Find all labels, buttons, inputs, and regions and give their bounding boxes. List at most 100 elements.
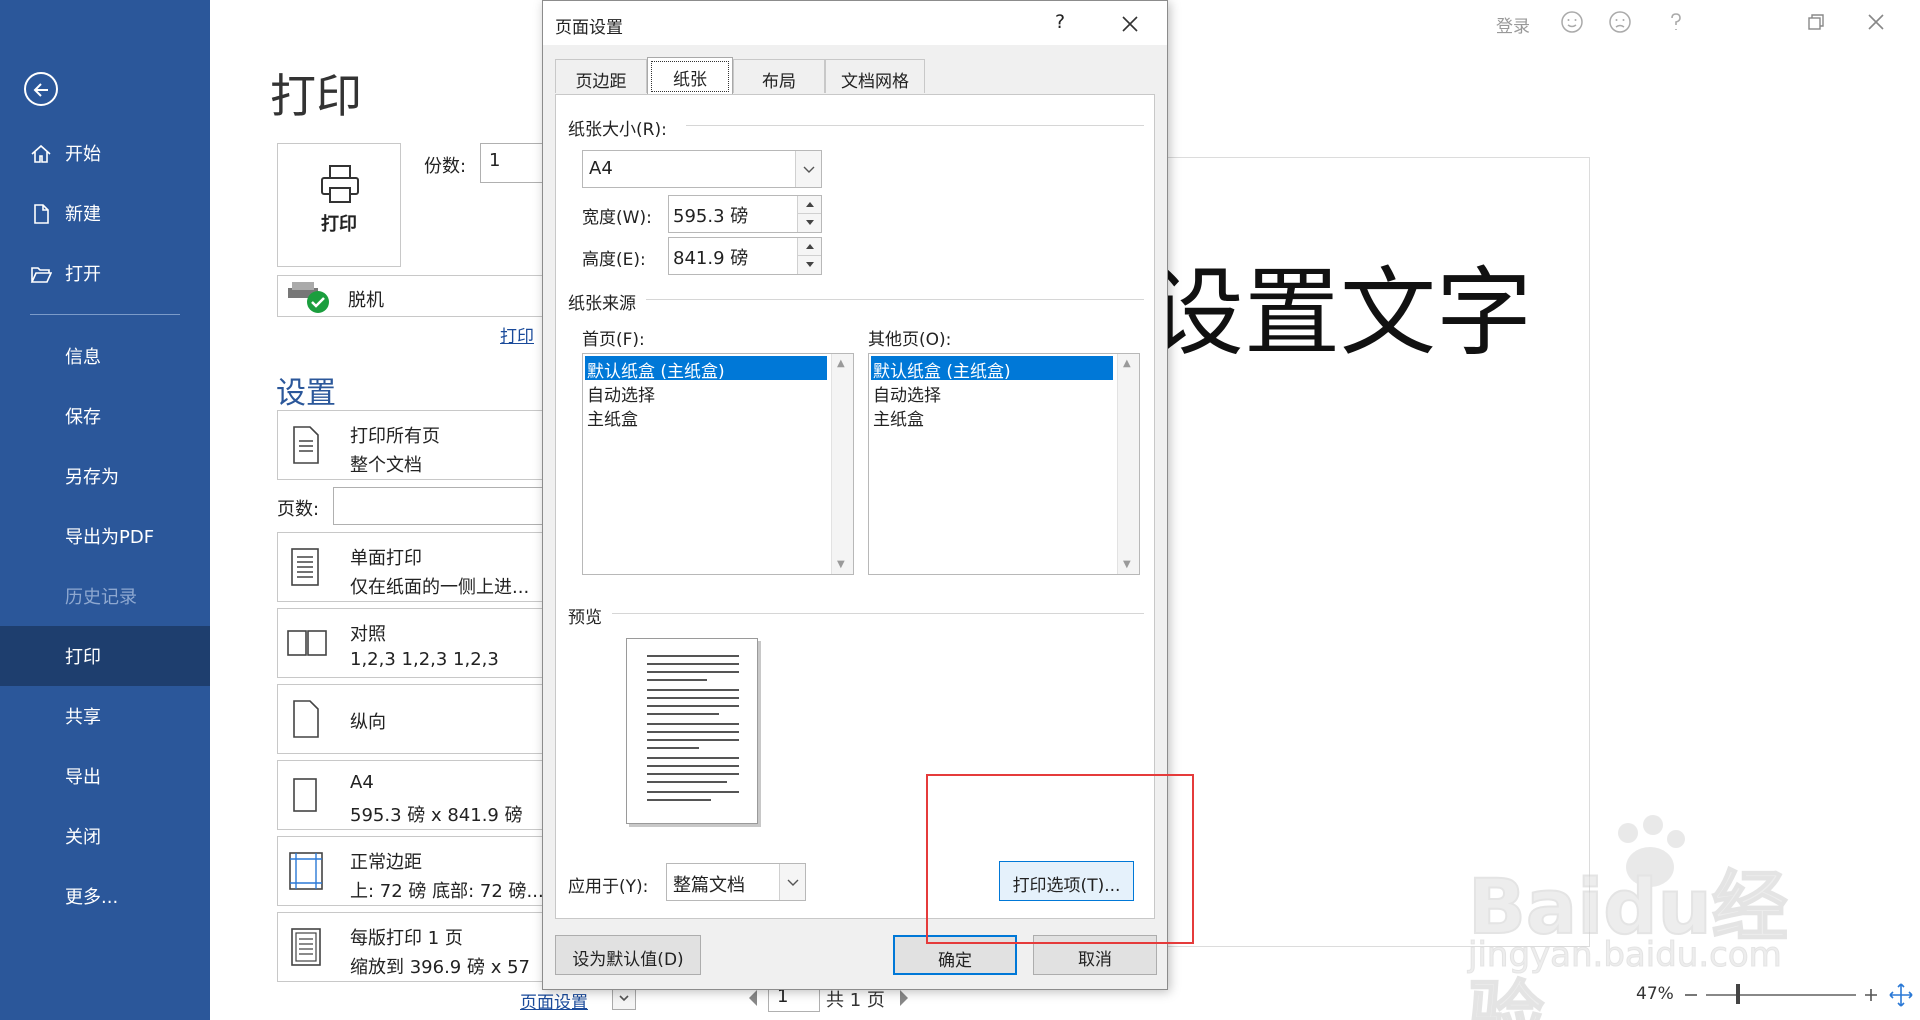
- sidebar-item-label: 共享: [65, 707, 101, 728]
- spin-down-button[interactable]: [797, 214, 821, 232]
- pages-per-sheet-option[interactable]: 每版打印 1 页 缩放到 396.9 磅 x 57: [277, 912, 547, 982]
- sidebar-item-save-as[interactable]: 另存为: [0, 446, 210, 506]
- combo-arrow[interactable]: [795, 151, 821, 187]
- settings-heading: 设置: [276, 376, 336, 411]
- copies-label: 份数:: [424, 156, 467, 177]
- spin-up-button[interactable]: [797, 238, 821, 256]
- scroll-down-icon[interactable]: ▼: [1123, 559, 1131, 570]
- smile-icon[interactable]: [1560, 10, 1584, 34]
- paper-size-option[interactable]: A4 595.3 磅 x 841.9 磅: [277, 760, 547, 830]
- apply-to-combo[interactable]: 整篇文档: [666, 863, 806, 901]
- back-button[interactable]: [24, 72, 58, 106]
- chevron-down-icon: [619, 995, 629, 1002]
- sidebar-item-close[interactable]: 关闭: [0, 806, 210, 866]
- print-button[interactable]: 打印: [277, 143, 401, 267]
- portrait-icon: [293, 700, 319, 738]
- list-item[interactable]: 默认纸盒 (主纸盒): [871, 356, 1113, 382]
- printer-status-text: 脱机: [348, 290, 384, 311]
- option-subtitle: 上: 72 磅 底部: 72 磅...: [350, 881, 544, 902]
- restore-window-icon[interactable]: [1804, 10, 1828, 34]
- combo-arrow[interactable]: [779, 864, 805, 900]
- scroll-up-icon[interactable]: ▲: [1123, 358, 1131, 369]
- option-title: 打印所有页: [350, 426, 440, 447]
- other-pages-tray-list[interactable]: 默认纸盒 (主纸盒) 自动选择 主纸盒 ▲ ▼: [868, 353, 1140, 575]
- close-window-icon[interactable]: [1864, 10, 1888, 34]
- sidebar-item-new[interactable]: 新建: [0, 183, 210, 243]
- pages-input[interactable]: [333, 487, 547, 525]
- combo-value: 整篇文档: [673, 875, 745, 896]
- spin-up-button[interactable]: [797, 196, 821, 214]
- back-arrow-icon: [33, 83, 48, 97]
- list-item[interactable]: 默认纸盒 (主纸盒): [585, 356, 827, 382]
- print-range-option[interactable]: 打印所有页 整个文档: [277, 410, 547, 480]
- set-default-button[interactable]: 设为默认值(D): [555, 935, 701, 975]
- list-item[interactable]: 主纸盒: [585, 404, 640, 430]
- scroll-up-icon[interactable]: ▲: [837, 358, 845, 369]
- dialog-titlebar[interactable]: 页面设置 ?: [543, 1, 1167, 45]
- preview-line: [647, 739, 739, 741]
- tab-paper[interactable]: 纸张: [647, 57, 733, 95]
- printer-selector[interactable]: 脱机: [277, 275, 547, 317]
- height-spinner[interactable]: 841.9 磅: [668, 237, 822, 275]
- sidebar-item-info[interactable]: 信息: [0, 326, 210, 386]
- list-item[interactable]: 自动选择: [585, 380, 657, 406]
- other-pages-label: 其他页(O):: [868, 330, 952, 350]
- group-divider: [686, 125, 1144, 126]
- first-page-tray-list[interactable]: 默认纸盒 (主纸盒) 自动选择 主纸盒 ▲ ▼: [582, 353, 854, 575]
- print-button-label: 打印: [321, 214, 357, 235]
- scroll-down-icon[interactable]: ▼: [837, 559, 845, 570]
- sidebar-item-label: 新建: [65, 204, 101, 225]
- new-document-icon: [34, 204, 49, 224]
- close-icon[interactable]: [1115, 11, 1145, 37]
- collate-option[interactable]: 对照 1,2,3 1,2,3 1,2,3: [277, 608, 547, 678]
- page-setup-link[interactable]: 页面设置: [520, 988, 588, 1013]
- spin-down-button[interactable]: [797, 256, 821, 274]
- tab-layout[interactable]: 布局: [733, 59, 825, 93]
- sidebar-item-export[interactable]: 导出: [0, 746, 210, 806]
- sidebar-item-share[interactable]: 共享: [0, 686, 210, 746]
- dialog-help-button[interactable]: ?: [1055, 11, 1065, 33]
- option-title: 纵向: [350, 712, 386, 733]
- option-title: 对照: [350, 624, 386, 645]
- option-subtitle: 整个文档: [350, 455, 422, 476]
- sidebar-item-home[interactable]: 开始: [0, 123, 210, 183]
- list-item[interactable]: 主纸盒: [871, 404, 926, 430]
- page-title: 打印: [270, 69, 362, 123]
- sidebar-item-label: 打印: [65, 647, 101, 668]
- orientation-option[interactable]: 纵向: [277, 684, 547, 754]
- printer-status-icon: [288, 282, 329, 313]
- help-icon[interactable]: [1664, 10, 1688, 34]
- sidebar-item-open[interactable]: 打开: [0, 243, 210, 303]
- login-link[interactable]: 登录: [1496, 12, 1530, 37]
- paper-size-group-label: 纸张大小(R):: [568, 120, 667, 140]
- preview-line: [647, 765, 739, 767]
- preview-line: [647, 671, 739, 673]
- sidebar-item-save[interactable]: 保存: [0, 386, 210, 446]
- focus-rectangle: [651, 61, 729, 92]
- dialog-title: 页面设置: [555, 18, 623, 38]
- preview-line: [647, 705, 739, 707]
- zoom-in-icon[interactable]: [1862, 986, 1880, 1004]
- width-label: 宽度(W):: [582, 208, 652, 228]
- vertical-scrollbar[interactable]: ▲ ▼: [1117, 354, 1139, 574]
- sidebar-item-more[interactable]: 更多...: [0, 866, 210, 926]
- printer-properties-link[interactable]: 打印: [500, 322, 534, 347]
- frown-icon[interactable]: [1608, 10, 1632, 34]
- tab-document-grid[interactable]: 文档网格: [825, 59, 925, 93]
- margins-option[interactable]: 正常边距 上: 72 磅 底部: 72 磅...: [277, 836, 547, 906]
- sidebar-item-export-pdf[interactable]: 导出为PDF: [0, 506, 210, 566]
- tab-margins[interactable]: 页边距: [555, 59, 647, 93]
- vertical-scrollbar[interactable]: ▲ ▼: [831, 354, 853, 574]
- paper-size-combo[interactable]: A4: [582, 150, 822, 188]
- sidebar-item-label: 另存为: [65, 467, 119, 488]
- option-subtitle: 595.3 磅 x 841.9 磅: [350, 805, 523, 826]
- chevron-down-icon: [787, 879, 799, 886]
- width-spinner[interactable]: 595.3 磅: [668, 195, 822, 233]
- sides-option[interactable]: 单面打印 仅在纸面的一侧上进...: [277, 532, 547, 602]
- sidebar-item-print[interactable]: 打印: [0, 626, 210, 686]
- list-item[interactable]: 自动选择: [871, 380, 943, 406]
- preview-line: [647, 723, 739, 725]
- fit-page-icon[interactable]: [1888, 982, 1914, 1008]
- tab-label: 布局: [762, 72, 796, 92]
- watermark-brand: Baidu经验: [1467, 861, 1789, 1020]
